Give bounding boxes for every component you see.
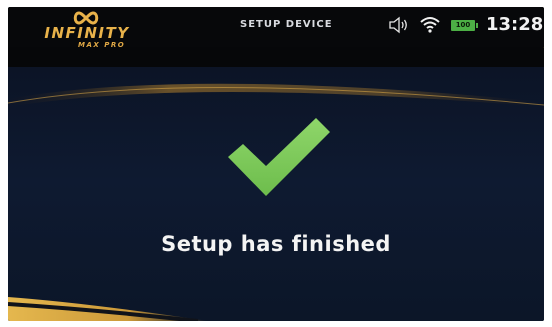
decorative-lines [8, 36, 544, 321]
brand-logo: INFINITY MAX PRO [32, 11, 142, 49]
device-screen: Setup has finished INFINITY MAX PRO SETU… [8, 7, 544, 321]
battery-level-label: 100 [451, 20, 475, 31]
logo-text: INFINITY [44, 24, 130, 42]
speaker-icon[interactable] [388, 16, 410, 34]
page-title: SETUP DEVICE [240, 19, 333, 30]
wifi-icon[interactable] [419, 15, 441, 33]
status-bar: INFINITY MAX PRO SETUP DEVICE 100 13:28 [8, 7, 544, 49]
infinity-logo-icon [73, 11, 99, 25]
battery-tip [476, 23, 478, 28]
clock: 13:28 [486, 14, 544, 35]
battery-icon: 100 [450, 19, 480, 32]
logo-subtext: MAX PRO [78, 41, 126, 49]
